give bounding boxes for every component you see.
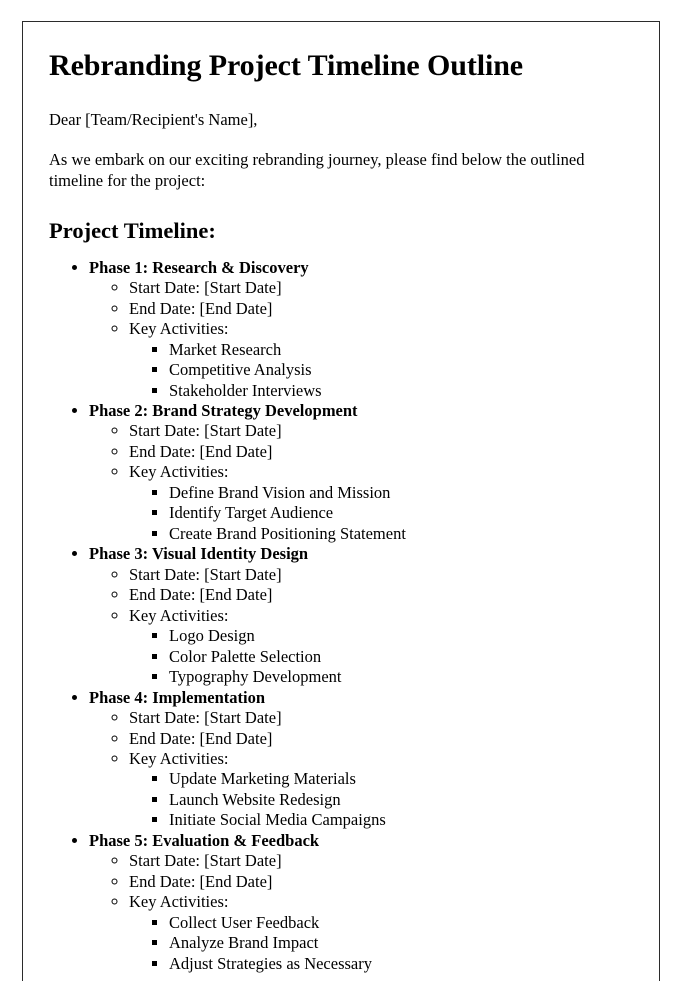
phase-name: Phase 5: Evaluation & Feedback xyxy=(89,830,320,850)
phase-name: Phase 2: Brand Strategy Development xyxy=(89,401,358,420)
key-activities-label: Key Activities: xyxy=(129,462,229,482)
page-title: Rebranding Project Timeline Outline xyxy=(49,49,523,82)
phase-detail-list: Start Date: [Start Date] End Date: [End … xyxy=(89,708,625,831)
phase-end-date: End Date: [End Date] xyxy=(129,585,273,605)
phase-end-date: End Date: [End Date] xyxy=(129,728,273,748)
key-activities-label: Key Activities: xyxy=(129,892,229,912)
activity-item: Color Palette Selection xyxy=(169,646,322,666)
list-item: Phase 3: Visual Identity Design Start Da… xyxy=(89,544,625,687)
phase-end-date: End Date: [End Date] xyxy=(129,871,273,891)
list-item: Adjust Strategies as Necessary xyxy=(169,954,625,974)
activity-item: Update Marketing Materials xyxy=(169,769,356,789)
list-item: Create Brand Positioning Statement xyxy=(169,524,625,544)
document-page: Rebranding Project Timeline Outline Dear… xyxy=(22,21,660,981)
list-item: Start Date: [Start Date] xyxy=(129,565,625,585)
phase-start-date: Start Date: [Start Date] xyxy=(129,564,282,584)
list-item: Key Activities: Market Research Competit… xyxy=(129,319,625,401)
list-item: Initiate Social Media Campaigns xyxy=(169,810,625,830)
activity-list: Define Brand Vision and Mission Identify… xyxy=(129,483,625,544)
list-item: Key Activities: Collect User Feedback An… xyxy=(129,892,625,974)
activity-list: Market Research Competitive Analysis Sta… xyxy=(129,340,625,401)
document-body: Rebranding Project Timeline Outline Dear… xyxy=(23,22,659,981)
activity-list: Logo Design Color Palette Selection Typo… xyxy=(129,626,625,687)
phase-start-date: Start Date: [Start Date] xyxy=(129,851,282,871)
list-item: Market Research xyxy=(169,340,625,360)
list-item: End Date: [End Date] xyxy=(129,872,625,892)
list-item: Start Date: [Start Date] xyxy=(129,851,625,871)
activity-item: Initiate Social Media Campaigns xyxy=(169,810,386,830)
list-item: End Date: [End Date] xyxy=(129,442,625,462)
list-item: Start Date: [Start Date] xyxy=(129,278,625,298)
section-heading-project-timeline: Project Timeline: xyxy=(49,217,216,243)
activity-item: Logo Design xyxy=(169,626,255,646)
list-item: Start Date: [Start Date] xyxy=(129,421,625,441)
activity-item: Adjust Strategies as Necessary xyxy=(169,953,372,973)
list-item: Define Brand Vision and Mission xyxy=(169,483,625,503)
list-item: Color Palette Selection xyxy=(169,647,625,667)
list-item: End Date: [End Date] xyxy=(129,299,625,319)
activity-item: Market Research xyxy=(169,339,282,359)
activity-list: Update Marketing Materials Launch Websit… xyxy=(129,769,625,830)
activity-item: Stakeholder Interviews xyxy=(169,380,322,400)
phase-end-date: End Date: [End Date] xyxy=(129,298,273,318)
list-item: Launch Website Redesign xyxy=(169,790,625,810)
activity-item: Typography Development xyxy=(169,667,342,687)
salutation: Dear [Team/Recipient's Name], xyxy=(49,110,258,130)
activity-item: Define Brand Vision and Mission xyxy=(169,482,391,502)
list-item: Stakeholder Interviews xyxy=(169,381,625,401)
list-item: End Date: [End Date] xyxy=(129,585,625,605)
key-activities-label: Key Activities: xyxy=(129,748,229,768)
list-item: Key Activities: Logo Design Color Palett… xyxy=(129,606,625,688)
list-item: Update Marketing Materials xyxy=(169,769,625,789)
phase-name: Phase 3: Visual Identity Design xyxy=(89,544,309,564)
list-item: Phase 5: Evaluation & Feedback Start Dat… xyxy=(89,831,625,974)
activity-list: Collect User Feedback Analyze Brand Impa… xyxy=(129,913,625,974)
phase-detail-list: Start Date: [Start Date] End Date: [End … xyxy=(89,421,625,544)
key-activities-label: Key Activities: xyxy=(129,605,229,625)
phase-start-date: Start Date: [Start Date] xyxy=(129,421,282,441)
list-item: Key Activities: Define Brand Vision and … xyxy=(129,462,625,544)
list-item: Competitive Analysis xyxy=(169,360,625,380)
phase-start-date: Start Date: [Start Date] xyxy=(129,278,282,298)
list-item: Typography Development xyxy=(169,667,625,687)
list-item: Phase 1: Research & Discovery Start Date… xyxy=(89,258,625,401)
phase-name: Phase 1: Research & Discovery xyxy=(89,257,309,277)
activity-item: Analyze Brand Impact xyxy=(169,933,319,953)
phase-list: Phase 1: Research & Discovery Start Date… xyxy=(49,258,625,974)
activity-item: Competitive Analysis xyxy=(169,360,312,380)
phase-name: Phase 4: Implementation xyxy=(89,687,265,707)
intro-paragraph: As we embark on our exciting rebranding … xyxy=(49,149,585,190)
list-item: Logo Design xyxy=(169,626,625,646)
list-item: End Date: [End Date] xyxy=(129,729,625,749)
activity-item: Collect User Feedback xyxy=(169,912,320,932)
phase-detail-list: Start Date: [Start Date] End Date: [End … xyxy=(89,565,625,688)
list-item: Identify Target Audience xyxy=(169,503,625,523)
phase-detail-list: Start Date: [Start Date] End Date: [End … xyxy=(89,851,625,974)
list-item: Start Date: [Start Date] xyxy=(129,708,625,728)
list-item: Analyze Brand Impact xyxy=(169,933,625,953)
list-item: Phase 2: Brand Strategy Development Star… xyxy=(89,401,625,544)
key-activities-label: Key Activities: xyxy=(129,319,229,339)
phase-start-date: Start Date: [Start Date] xyxy=(129,708,282,728)
activity-item: Create Brand Positioning Statement xyxy=(169,523,406,543)
list-item: Collect User Feedback xyxy=(169,913,625,933)
phase-detail-list: Start Date: [Start Date] End Date: [End … xyxy=(89,278,625,401)
activity-item: Identify Target Audience xyxy=(169,503,334,523)
activity-item: Launch Website Redesign xyxy=(169,789,341,809)
phase-end-date: End Date: [End Date] xyxy=(129,441,273,461)
list-item: Phase 4: Implementation Start Date: [Sta… xyxy=(89,688,625,831)
list-item: Key Activities: Update Marketing Materia… xyxy=(129,749,625,831)
